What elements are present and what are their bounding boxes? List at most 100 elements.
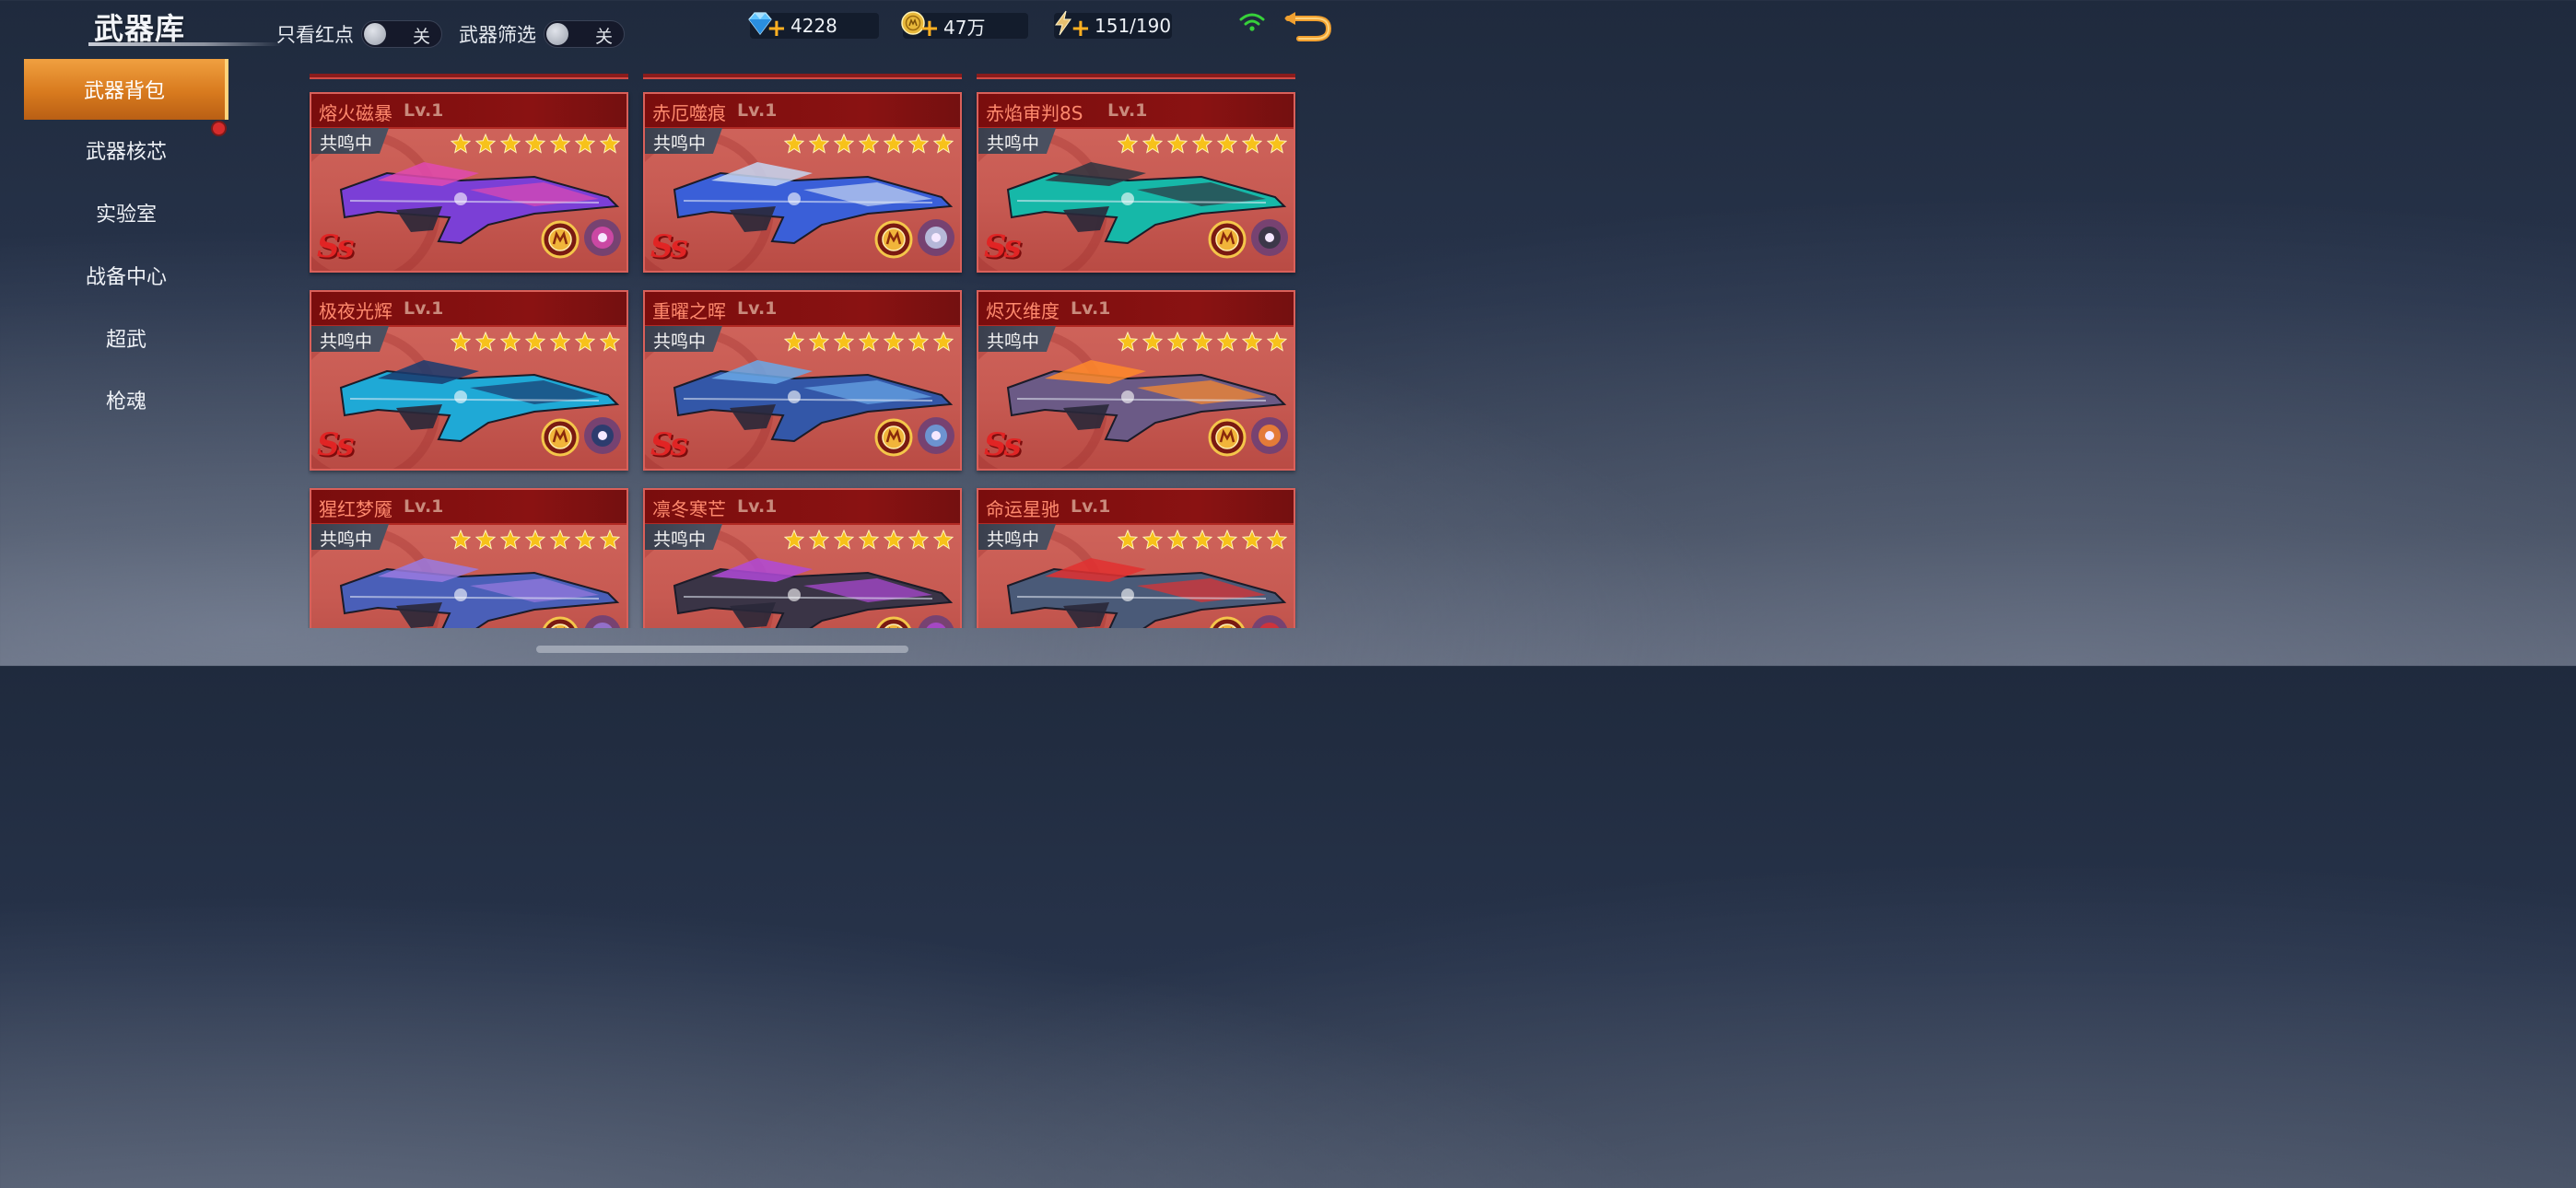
medal-icon	[541, 418, 580, 457]
accessory-icon	[1251, 219, 1288, 256]
diamond-value: 4228	[790, 15, 837, 37]
medal-icon	[541, 220, 580, 259]
star-icon	[933, 134, 954, 154]
star-icon	[1192, 332, 1212, 352]
accessory-icon	[584, 615, 621, 628]
star-icon	[784, 332, 804, 352]
medal-icon	[1210, 616, 1245, 628]
weapon-name-bar: 凛冬寒芒 Lv.1	[645, 490, 960, 525]
plus-icon: +	[919, 15, 940, 42]
star-icon	[859, 530, 879, 550]
star-icon	[1118, 530, 1138, 550]
notification-badge	[211, 121, 227, 136]
sidebar-item-gun-soul[interactable]: 枪魂	[24, 369, 228, 430]
star-rating	[451, 134, 620, 154]
star-icon	[1118, 134, 1138, 154]
star-icon	[933, 332, 954, 352]
star-icon	[1242, 332, 1262, 352]
filter-weapon-toggle[interactable]: 关	[544, 20, 625, 48]
rank-badge: Ss	[984, 624, 1022, 628]
diamond-counter[interactable]: + 4228	[748, 12, 879, 41]
sidebar-item-super-weapon[interactable]: 超武	[24, 308, 228, 368]
resonance-label: 共鸣中	[320, 134, 373, 154]
resonance-label: 共鸣中	[987, 530, 1040, 550]
sidebar-item-label: 武器核芯	[85, 141, 167, 164]
star-icon	[1217, 134, 1237, 154]
weapon-card[interactable]: 凛冬寒芒 Lv.1 共鸣中 Ss	[643, 488, 962, 628]
plus-icon: +	[1071, 15, 1091, 42]
gold-counter[interactable]: + 47万	[901, 11, 1028, 42]
home-indicator[interactable]	[536, 646, 908, 653]
weapon-card[interactable]: 重曜之晖 Lv.1 共鸣中 Ss	[643, 290, 962, 471]
star-rating	[1118, 134, 1287, 154]
filter-red-dot-label: 只看红点	[276, 24, 354, 46]
sidebar-item-lab[interactable]: 实验室	[24, 182, 228, 243]
star-icon	[1167, 134, 1188, 154]
star-icon	[1142, 134, 1163, 154]
energy-value: 151/190	[1095, 15, 1172, 37]
star-rating	[784, 332, 954, 352]
sidebar-item-battle-center[interactable]: 战备中心	[24, 245, 228, 306]
sidebar-item-weapon-bag[interactable]: 武器背包	[24, 59, 228, 120]
star-rating	[451, 530, 620, 550]
title-underline	[88, 42, 282, 46]
star-icon	[834, 134, 854, 154]
star-icon	[451, 332, 471, 352]
filter-red-dot-toggle[interactable]: 关	[361, 20, 442, 48]
weapon-level: Lv.1	[1071, 496, 1111, 517]
star-icon	[600, 134, 620, 154]
star-icon	[1192, 134, 1212, 154]
weapon-card[interactable]: 烬灭维度 Lv.1 共鸣中 Ss	[977, 290, 1295, 471]
medal-icon	[874, 220, 913, 259]
weapon-level: Lv.1	[404, 298, 444, 319]
star-icon	[475, 134, 496, 154]
weapon-card[interactable]: 命运星驰 Lv.1 共鸣中 Ss	[977, 488, 1295, 628]
star-icon	[1142, 332, 1163, 352]
sidebar-item-weapon-core[interactable]: 武器核芯	[24, 120, 228, 181]
star-icon	[859, 134, 879, 154]
back-icon[interactable]	[1282, 11, 1334, 42]
weapon-card[interactable]: 熔火磁暴 Lv.1 共鸣中 Ss	[310, 92, 628, 273]
resonance-label: 共鸣中	[320, 332, 373, 352]
weapon-name: 熔火磁暴	[319, 102, 392, 124]
star-icon	[1167, 530, 1188, 550]
star-icon	[500, 134, 521, 154]
star-icon	[500, 530, 521, 550]
resonance-tag: 共鸣中	[645, 326, 722, 352]
star-icon	[1192, 530, 1212, 550]
medal-icon	[876, 616, 911, 628]
weapon-name-bar: 赤焰审判8S Lv.1	[978, 94, 1294, 129]
weapon-card[interactable]: 赤焰审判8S Lv.1 共鸣中 Ss	[977, 92, 1295, 273]
weapon-card[interactable]: 赤厄噬痕 Lv.1 共鸣中 Ss	[643, 92, 962, 273]
star-icon	[809, 530, 829, 550]
filter-weapon: 武器筛选 关	[459, 20, 625, 48]
star-rating	[784, 134, 954, 154]
weapon-name-bar: 熔火磁暴 Lv.1	[311, 94, 626, 129]
weapon-name-bar: 猩红梦魇 Lv.1	[311, 490, 626, 525]
star-icon	[884, 332, 904, 352]
resonance-label: 共鸣中	[653, 134, 707, 154]
weapon-level: Lv.1	[737, 100, 778, 121]
star-icon	[1242, 530, 1262, 550]
medal-icon	[543, 616, 578, 628]
weapon-name: 赤厄噬痕	[652, 102, 726, 124]
star-icon	[1217, 530, 1237, 550]
star-icon	[1118, 332, 1138, 352]
star-icon	[600, 332, 620, 352]
weapon-card[interactable]: 极夜光辉 Lv.1 共鸣中 Ss	[310, 290, 628, 471]
toggle-state: 关	[594, 27, 613, 47]
rank-badge: Ss	[984, 426, 1022, 463]
weapon-grid[interactable]: 熔火磁暴 Lv.1 共鸣中 Ss 赤厄噬痕 Lv.1 共鸣中 Ss 赤焰审判8S Lv.1 共鸣中 S…	[308, 57, 1303, 628]
card-edge	[977, 74, 1295, 79]
star-icon	[809, 332, 829, 352]
weapon-card[interactable]: 猩红梦魇 Lv.1 共鸣中 Ss	[310, 488, 628, 628]
star-rating	[1118, 332, 1287, 352]
weapon-name: 凛冬寒芒	[652, 498, 726, 520]
resonance-label: 共鸣中	[987, 332, 1040, 352]
energy-counter[interactable]: + 151/190	[1054, 10, 1172, 42]
rank-badge: Ss	[650, 228, 688, 265]
wifi-icon	[1239, 13, 1265, 31]
star-icon	[834, 530, 854, 550]
resonance-tag: 共鸣中	[311, 128, 389, 154]
weapon-name-bar: 重曜之晖 Lv.1	[645, 292, 960, 327]
